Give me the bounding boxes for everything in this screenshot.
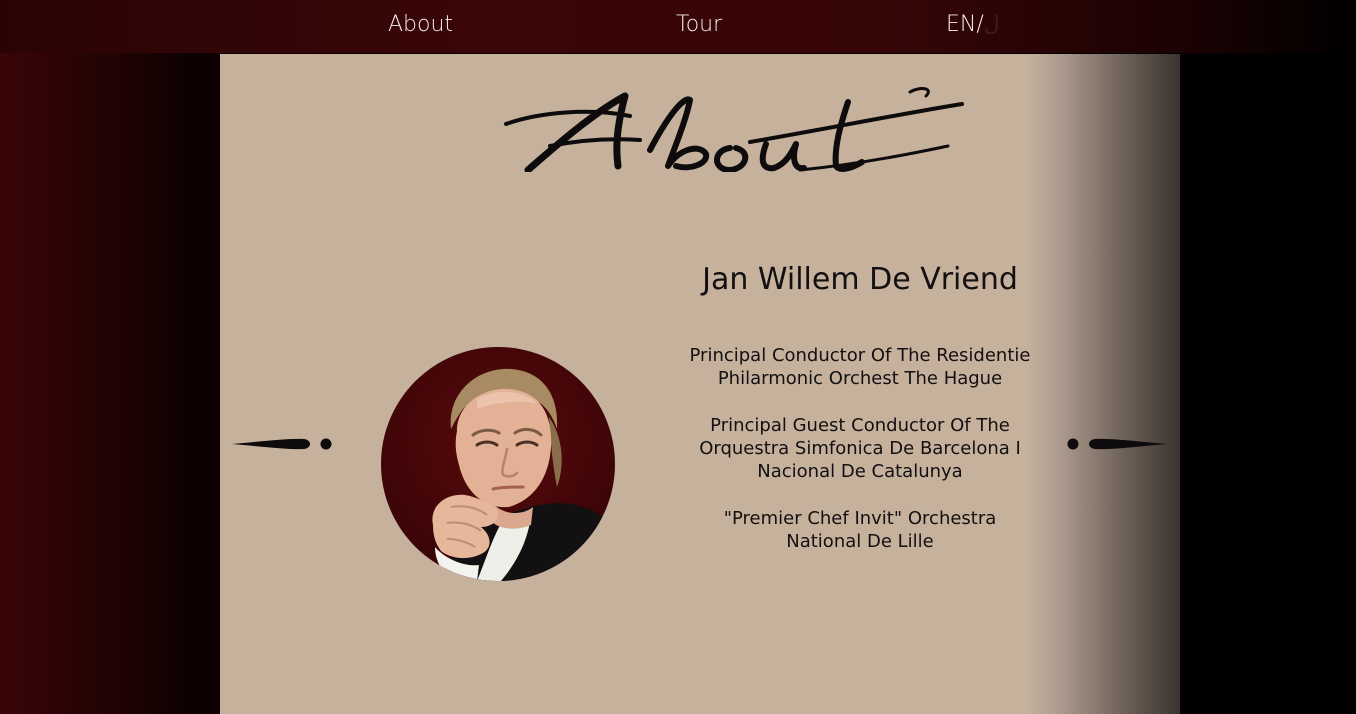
bio-role-3: "Premier Chef Invit" Orchestra National … — [723, 508, 997, 552]
ornament-left-icon — [232, 434, 332, 454]
about-panel: Jan Willem De Vriend Principal Conductor… — [220, 54, 1180, 714]
about-script-logo — [504, 87, 964, 172]
top-navigation-bar: About Tour EN/ل — [0, 0, 1356, 53]
nav-tour-link[interactable]: Tour — [676, 10, 722, 40]
about-script-heading — [500, 82, 970, 172]
language-switcher[interactable]: EN/ل — [946, 10, 1000, 40]
conductor-name: Jan Willem De Vriend — [702, 262, 1018, 297]
nav-about-link[interactable]: About — [388, 10, 453, 40]
conductor-portrait — [381, 347, 615, 581]
bio-section: Jan Willem De Vriend Principal Conductor… — [688, 260, 1032, 577]
bio-role-2: Principal Guest Conductor Of The Orquest… — [699, 415, 1021, 482]
language-current[interactable]: EN/ — [946, 12, 984, 37]
ornament-right-icon — [1065, 434, 1167, 454]
bio-role-1: Principal Conductor Of The Residentie Ph… — [689, 345, 1031, 389]
language-alternate[interactable]: ل — [984, 12, 1000, 37]
